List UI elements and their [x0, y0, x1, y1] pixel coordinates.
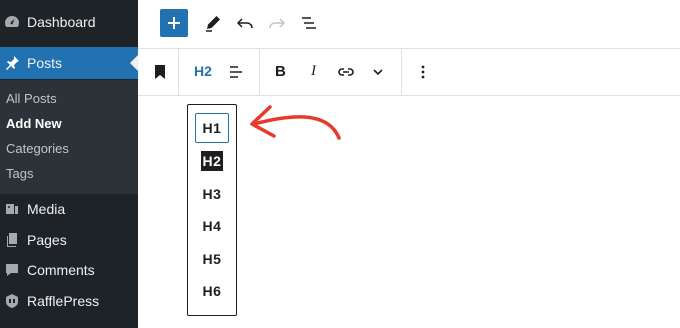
toolbar-divider — [259, 49, 260, 95]
rafflepress-icon — [4, 293, 20, 309]
sidebar-item-label: Posts — [27, 55, 63, 71]
heading-option-h1[interactable]: H1 — [195, 113, 229, 143]
undo-icon — [236, 18, 253, 29]
sidebar-item-dashboard[interactable]: Dashboard — [0, 7, 138, 37]
bold-button[interactable]: B — [275, 63, 286, 80]
sidebar-item-label: Media — [27, 201, 66, 217]
submenu-tags[interactable]: Tags — [6, 166, 33, 181]
add-block-button[interactable] — [160, 9, 188, 37]
media-icon — [4, 201, 20, 217]
heading-level-dropdown: H1 H2 H3 H4 H5 H6 — [187, 104, 237, 316]
sidebar-item-media[interactable]: Media — [0, 194, 138, 224]
link-button[interactable] — [334, 60, 358, 84]
tools-button[interactable] — [202, 12, 224, 34]
bookmark-icon — [155, 65, 165, 79]
heading-option-h2[interactable]: H2 — [195, 146, 229, 176]
sidebar-item-label: Pages — [27, 232, 67, 248]
sidebar-item-posts[interactable]: Posts — [0, 47, 138, 79]
sidebar-item-rafflepress[interactable]: RafflePress — [0, 286, 138, 316]
pin-icon — [4, 55, 20, 71]
heading-option-h6[interactable]: H6 — [195, 276, 229, 306]
redo-icon — [269, 18, 286, 29]
more-formats-button[interactable] — [366, 60, 390, 84]
more-options-icon — [421, 65, 425, 79]
undo-button[interactable] — [234, 12, 256, 34]
chevron-down-icon — [373, 69, 383, 76]
italic-button[interactable]: I — [311, 63, 316, 80]
comment-icon — [4, 262, 20, 278]
editor-top-toolbar — [138, 0, 680, 49]
list-view-icon — [302, 17, 316, 29]
sidebar-item-label: RafflePress — [27, 293, 100, 309]
submenu-categories[interactable]: Categories — [6, 141, 69, 156]
align-icon — [230, 66, 242, 78]
submenu-add-new[interactable]: Add New — [6, 116, 62, 131]
sidebar-item-label: Dashboard — [27, 14, 96, 30]
block-type-button[interactable] — [148, 60, 172, 84]
plus-icon — [168, 17, 180, 29]
heading-option-h4[interactable]: H4 — [195, 211, 229, 241]
toolbar-divider — [178, 49, 179, 95]
admin-sidebar: Dashboard Posts All Posts Add New Catego… — [0, 0, 138, 328]
pages-icon — [4, 232, 20, 248]
posts-submenu: All Posts Add New Categories Tags — [0, 80, 138, 194]
block-toolbar: H2 B I — [138, 49, 680, 96]
sidebar-item-comments[interactable]: Comments — [0, 255, 138, 285]
annotation-arrow — [250, 105, 341, 140]
redo-button[interactable] — [266, 12, 288, 34]
dashboard-icon — [4, 14, 20, 30]
heading-option-h3[interactable]: H3 — [195, 179, 229, 209]
heading-level-button[interactable]: H2 — [194, 63, 212, 79]
toolbar-divider — [401, 49, 402, 95]
link-icon — [338, 68, 354, 76]
list-view-button[interactable] — [298, 12, 320, 34]
options-button[interactable] — [411, 60, 435, 84]
heading-option-h5[interactable]: H5 — [195, 244, 229, 274]
align-button[interactable] — [224, 60, 248, 84]
sidebar-item-pages[interactable]: Pages — [0, 225, 138, 255]
sidebar-item-label: Comments — [27, 262, 95, 278]
pencil-icon — [206, 16, 220, 32]
submenu-all-posts[interactable]: All Posts — [6, 91, 57, 106]
